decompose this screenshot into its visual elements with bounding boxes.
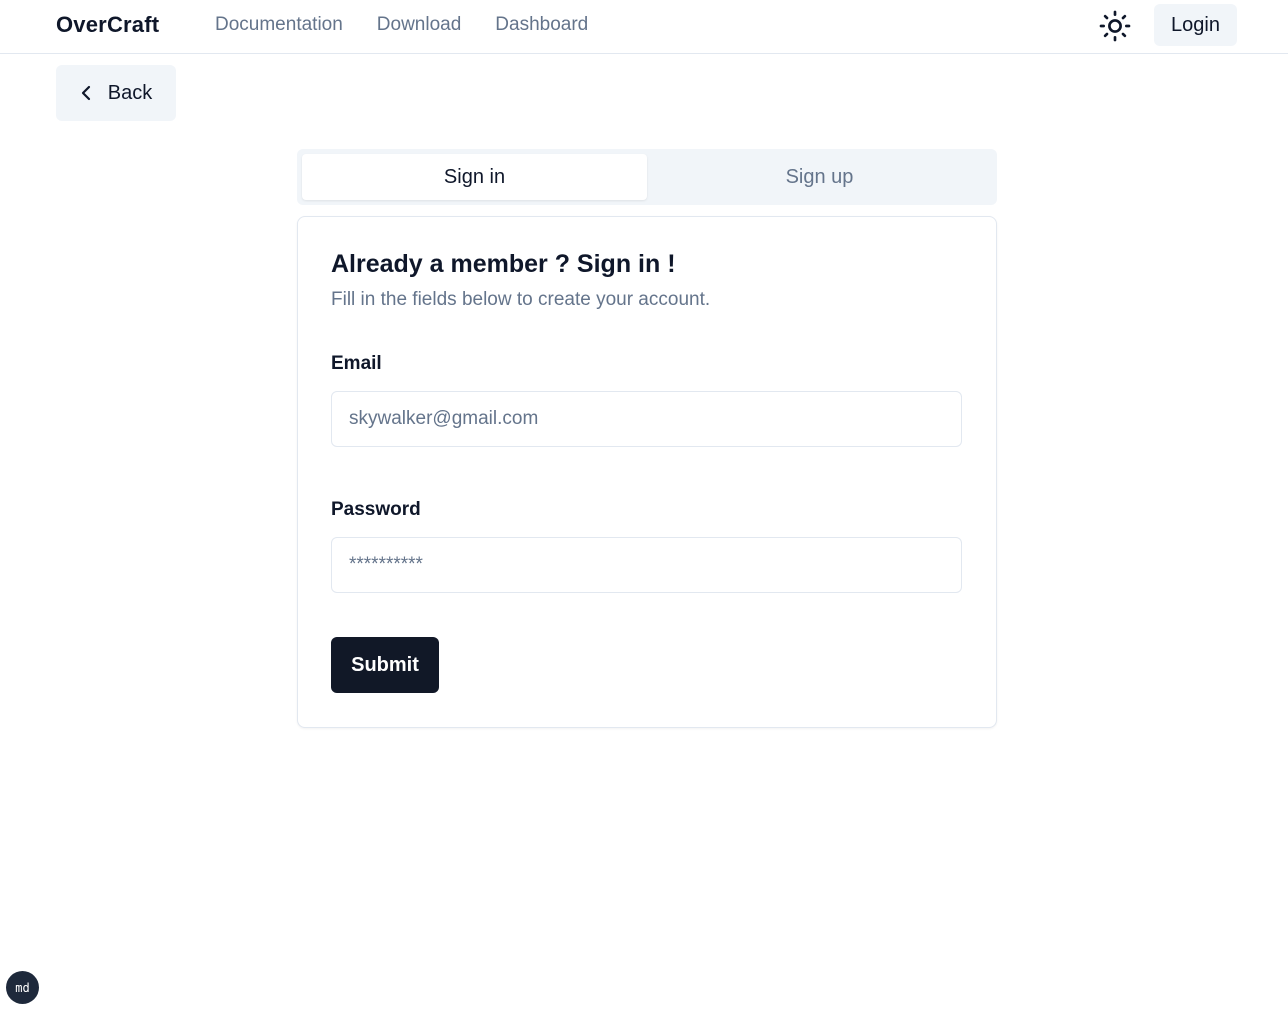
- nav-link-download[interactable]: Download: [377, 14, 462, 36]
- submit-button[interactable]: Submit: [331, 637, 439, 693]
- back-button-label: Back: [107, 81, 153, 104]
- brand-logo[interactable]: OverCraft: [56, 12, 159, 38]
- email-label: Email: [331, 353, 382, 374]
- tab-sign-in[interactable]: Sign in: [302, 154, 647, 200]
- nav-link-dashboard[interactable]: Dashboard: [495, 14, 588, 36]
- password-label: Password: [331, 499, 421, 520]
- card-title: Already a member ? Sign in !: [331, 250, 676, 278]
- chevron-left-icon: [80, 84, 94, 102]
- nav-links: Documentation Download Dashboard: [215, 14, 588, 36]
- password-field[interactable]: [331, 537, 962, 593]
- back-button[interactable]: Back: [56, 65, 176, 121]
- email-field[interactable]: [331, 391, 962, 447]
- login-button[interactable]: Login: [1154, 4, 1237, 46]
- tab-sign-up[interactable]: Sign up: [647, 154, 992, 200]
- sun-icon: [1099, 10, 1131, 42]
- dev-badge[interactable]: md: [6, 971, 39, 1004]
- nav-link-documentation[interactable]: Documentation: [215, 14, 343, 36]
- top-navbar: OverCraft Documentation Download Dashboa…: [0, 0, 1288, 54]
- theme-toggle-button[interactable]: [1096, 7, 1134, 45]
- auth-tabs: Sign in Sign up: [297, 149, 997, 205]
- card-subtitle: Fill in the fields below to create your …: [331, 289, 711, 310]
- sign-in-card: Already a member ? Sign in ! Fill in the…: [297, 216, 997, 728]
